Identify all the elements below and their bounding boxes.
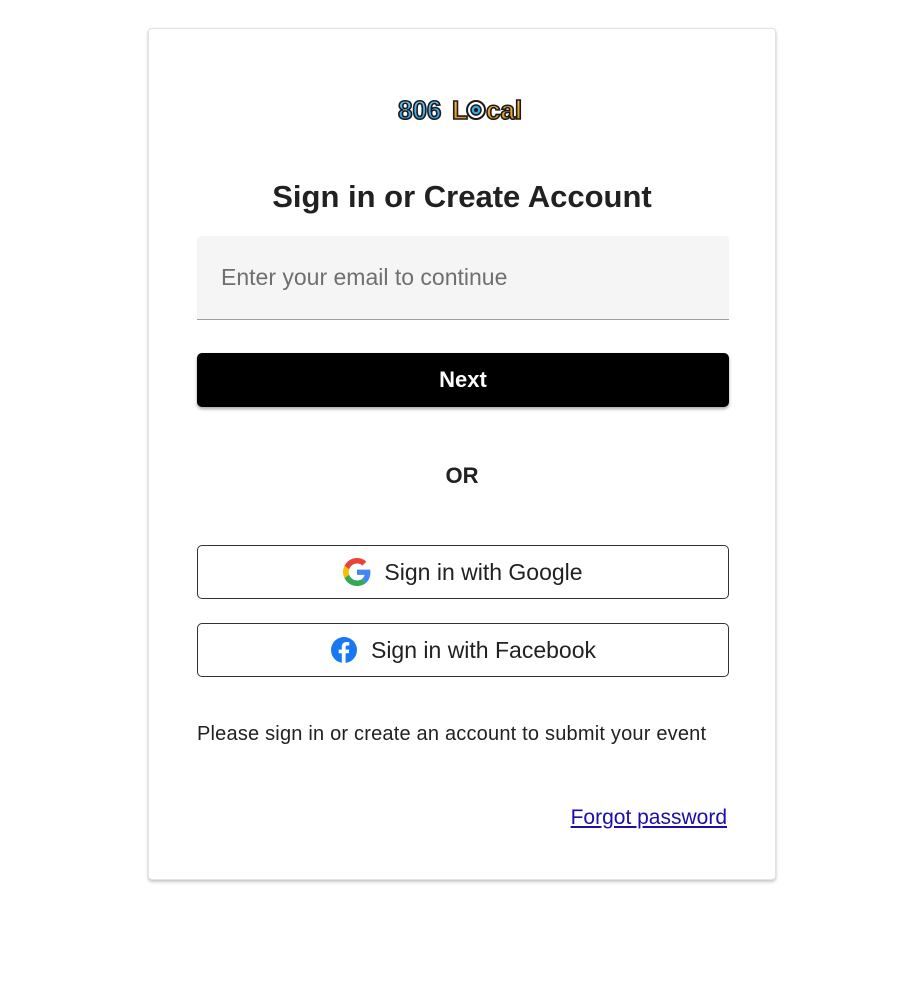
svg-text:L: L [452,95,468,125]
svg-text:cal: cal [486,95,522,125]
google-signin-button[interactable]: Sign in with Google [197,545,729,599]
google-signin-label: Sign in with Google [384,558,583,585]
brand-logo: 806 L cal [398,93,532,125]
or-divider-label: OR [445,463,479,488]
signin-card: 806 L cal Sign in or Create Account Next… [148,28,776,880]
forgot-password-link[interactable]: Forgot password [571,803,727,833]
facebook-icon [330,636,358,664]
google-g-icon [343,558,371,586]
facebook-signin-label: Sign in with Facebook [370,636,596,663]
facebook-signin-button[interactable]: Sign in with Facebook [197,623,729,677]
email-field[interactable] [197,236,729,320]
signin-note: Please sign in or create an account to s… [197,723,707,745]
next-button[interactable]: Next [197,353,729,407]
logo-digits: 806 [398,95,441,125]
page-title: Sign in or Create Account [272,179,652,214]
